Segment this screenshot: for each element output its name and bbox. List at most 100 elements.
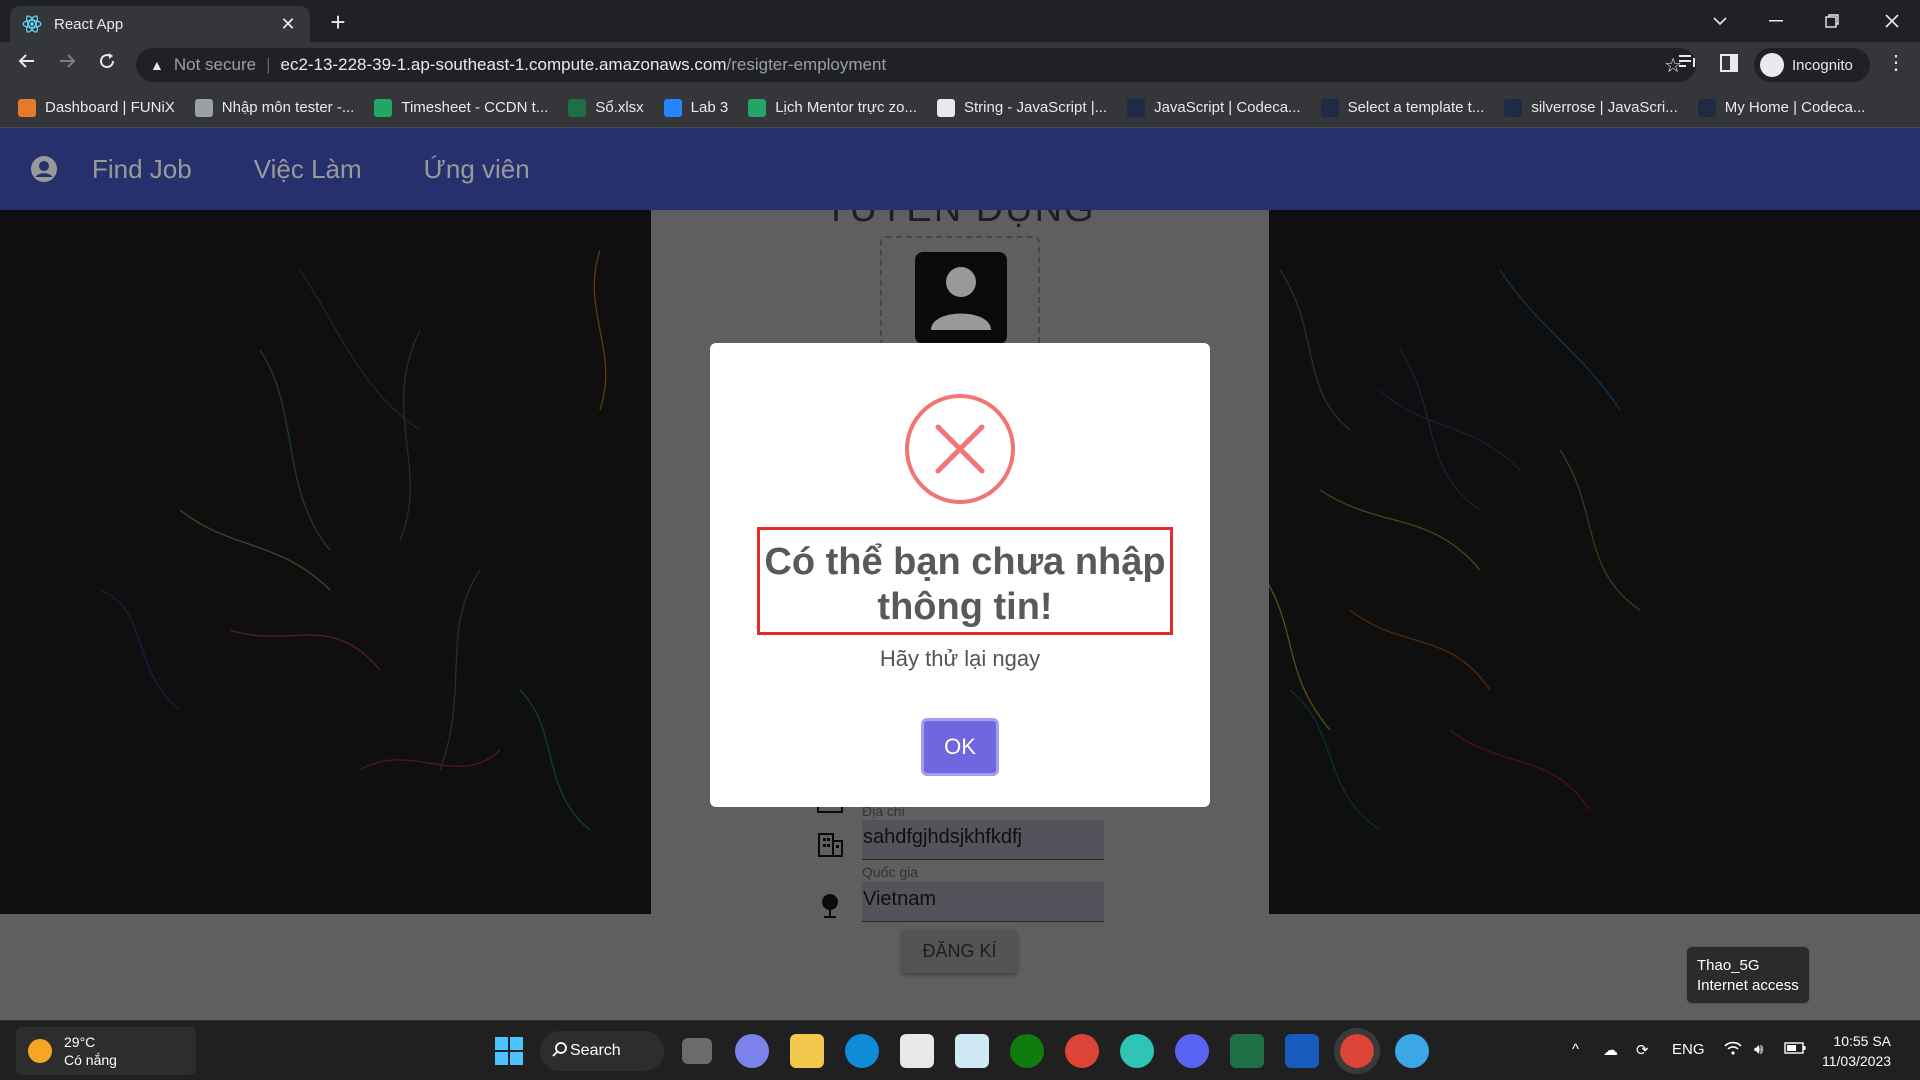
- weather-temp: 29°C: [64, 1034, 96, 1050]
- store-icon[interactable]: [900, 1034, 934, 1068]
- chrome-incognito-icon[interactable]: [1334, 1028, 1380, 1074]
- warning-icon[interactable]: ▲: [150, 57, 164, 73]
- bookmark-favicon-icon: [1504, 98, 1523, 117]
- bookmark-item[interactable]: Lịch Mentor trực zo...: [748, 98, 917, 117]
- search-label: Search: [570, 1042, 621, 1059]
- sync-icon[interactable]: ⟳: [1636, 1041, 1649, 1059]
- bookmark-item[interactable]: Dashboard | FUNiX: [18, 98, 175, 117]
- taskbar-search[interactable]: Search: [540, 1031, 664, 1071]
- browser-toolbar: ▲ Not secure | ec2-13-228-39-1.ap-southe…: [0, 42, 1920, 88]
- web-page: TUYỂN DỤNG Địa chỉ sahdfgjhdsjkhfkdfj Qu…: [0, 128, 1920, 1020]
- language-indicator[interactable]: ENG: [1672, 1041, 1705, 1058]
- error-x-icon: [904, 393, 1016, 505]
- sun-icon: [28, 1039, 52, 1063]
- close-window-button[interactable]: [1864, 0, 1920, 42]
- wifi-tooltip: Thao_5G Internet access: [1686, 946, 1810, 1004]
- bookmark-item[interactable]: My Home | Codeca...: [1697, 98, 1866, 117]
- bookmark-item[interactable]: silverrose | JavaScri...: [1504, 98, 1678, 117]
- photos-icon[interactable]: [955, 1034, 989, 1068]
- side-panel-icon[interactable]: [1720, 54, 1738, 77]
- minimize-button[interactable]: [1748, 0, 1804, 42]
- not-secure-label[interactable]: Not secure: [174, 55, 256, 75]
- new-tab-button[interactable]: +: [324, 8, 352, 36]
- bookmark-favicon-icon: [18, 98, 36, 117]
- bookmark-item[interactable]: Timesheet - CCDN t...: [374, 98, 549, 117]
- url-host: ec2-13-228-39-1.ap-southeast-1.compute.a…: [280, 55, 727, 74]
- taskbar: 29°C Có nắng Search ^ ☁ ⟳ ENG 🔊︎ 10:55 S…: [0, 1020, 1920, 1080]
- onedrive-icon[interactable]: ☁: [1603, 1041, 1618, 1059]
- bookmark-item[interactable]: Sổ.xlsx: [568, 98, 644, 117]
- battery-icon[interactable]: [1784, 1041, 1806, 1058]
- wifi-status: Internet access: [1697, 977, 1799, 994]
- bookmark-favicon-icon: [748, 98, 767, 117]
- bookmark-label: Timesheet - CCDN t...: [401, 99, 549, 116]
- media-queue-icon[interactable]: [1678, 54, 1698, 75]
- bookmark-label: Sổ.xlsx: [595, 99, 644, 116]
- bookmark-item[interactable]: JavaScript | Codeca...: [1127, 98, 1301, 117]
- start-windows-icon[interactable]: [492, 1034, 526, 1068]
- volume-icon[interactable]: 🔊︎: [1754, 1041, 1763, 1058]
- wifi-network-name: Thao_5G: [1697, 957, 1760, 974]
- bookmark-favicon-icon: [936, 98, 955, 117]
- error-dialog: Có thể bạn chưa nhập thông tin! Hãy thử …: [710, 343, 1210, 807]
- react-icon: [22, 14, 42, 34]
- search-icon: [552, 1041, 568, 1062]
- bookmark-item[interactable]: String - JavaScript |...: [936, 98, 1107, 117]
- bookmark-label: silverrose | JavaScri...: [1531, 99, 1678, 116]
- task-view-icon[interactable]: [682, 1038, 712, 1064]
- bookmark-favicon-icon: [663, 98, 682, 117]
- bookmark-label: Dashboard | FUNiX: [45, 99, 175, 116]
- restore-button[interactable]: [1804, 0, 1860, 42]
- bookmark-label: Select a template t...: [1347, 99, 1485, 116]
- browser-tab[interactable]: React App ✕: [10, 6, 310, 42]
- back-arrow-icon[interactable]: [12, 50, 42, 80]
- address-bar[interactable]: ▲ Not secure | ec2-13-228-39-1.ap-southe…: [136, 48, 1696, 82]
- tab-close-icon[interactable]: ✕: [278, 14, 298, 35]
- bookmark-item[interactable]: Nhập môn tester -...: [194, 98, 355, 117]
- incognito-label: Incognito: [1792, 56, 1853, 74]
- title-highlight-box: Có thể bạn chưa nhập thông tin!: [757, 527, 1173, 635]
- paint-icon[interactable]: [1395, 1034, 1429, 1068]
- bookmark-label: JavaScript | Codeca...: [1154, 99, 1301, 116]
- bookmarks-bar: Dashboard | FUNiX Nhập môn tester -... Tim…: [0, 88, 1920, 128]
- clock-date: 11/03/2023: [1822, 1053, 1892, 1069]
- bookmark-label: Nhập môn tester -...: [221, 99, 355, 116]
- bookmark-favicon-icon: [1320, 98, 1339, 117]
- clock-time: 10:55 SA: [1833, 1033, 1892, 1049]
- url-separator: |: [266, 55, 271, 74]
- bookmark-item[interactable]: Select a template t...: [1320, 98, 1485, 117]
- tab-search-icon[interactable]: [1692, 0, 1748, 42]
- weather-desc: Có nắng: [64, 1052, 117, 1068]
- chevron-up-icon[interactable]: ^: [1572, 1041, 1579, 1058]
- chrome-icon[interactable]: [1065, 1034, 1099, 1068]
- weather-widget[interactable]: 29°C Có nắng: [16, 1027, 196, 1075]
- incognito-badge[interactable]: Incognito: [1754, 48, 1870, 82]
- bookmark-label: Lịch Mentor trực zo...: [775, 99, 917, 116]
- forward-arrow-icon[interactable]: [52, 50, 82, 80]
- bookmark-favicon-icon: [374, 98, 393, 117]
- grammarly-icon[interactable]: [1120, 1034, 1154, 1068]
- ok-button[interactable]: OK: [921, 718, 999, 776]
- word-icon[interactable]: [1285, 1034, 1319, 1068]
- incognito-icon: [1760, 53, 1784, 77]
- dialog-title: Có thể bạn chưa nhập thông tin!: [764, 541, 1166, 628]
- system-clock[interactable]: 10:55 SA 11/03/2023: [1822, 1031, 1891, 1071]
- edge-icon[interactable]: [845, 1034, 879, 1068]
- tab-title: React App: [54, 15, 124, 33]
- wifi-icon[interactable]: [1724, 1041, 1742, 1059]
- xbox-icon[interactable]: [1010, 1034, 1044, 1068]
- bookmark-label: My Home | Codeca...: [1724, 99, 1866, 116]
- bookmark-item[interactable]: Lab 3: [663, 98, 729, 117]
- bookmark-favicon-icon: [1697, 98, 1716, 117]
- menu-kebab-icon[interactable]: ⋮: [1886, 50, 1906, 75]
- bookmark-favicon-icon: [1127, 98, 1146, 117]
- tab-strip: React App ✕ +: [0, 0, 1920, 42]
- bookmark-label: Lab 3: [690, 99, 729, 116]
- excel-icon[interactable]: [1230, 1034, 1264, 1068]
- bookmark-favicon-icon: [194, 98, 213, 117]
- url-path: /resigter-employment: [726, 55, 887, 74]
- teams-chat-icon[interactable]: [735, 1034, 769, 1068]
- discord-icon[interactable]: [1175, 1034, 1209, 1068]
- file-explorer-icon[interactable]: [790, 1034, 824, 1068]
- reload-icon[interactable]: [92, 50, 122, 80]
